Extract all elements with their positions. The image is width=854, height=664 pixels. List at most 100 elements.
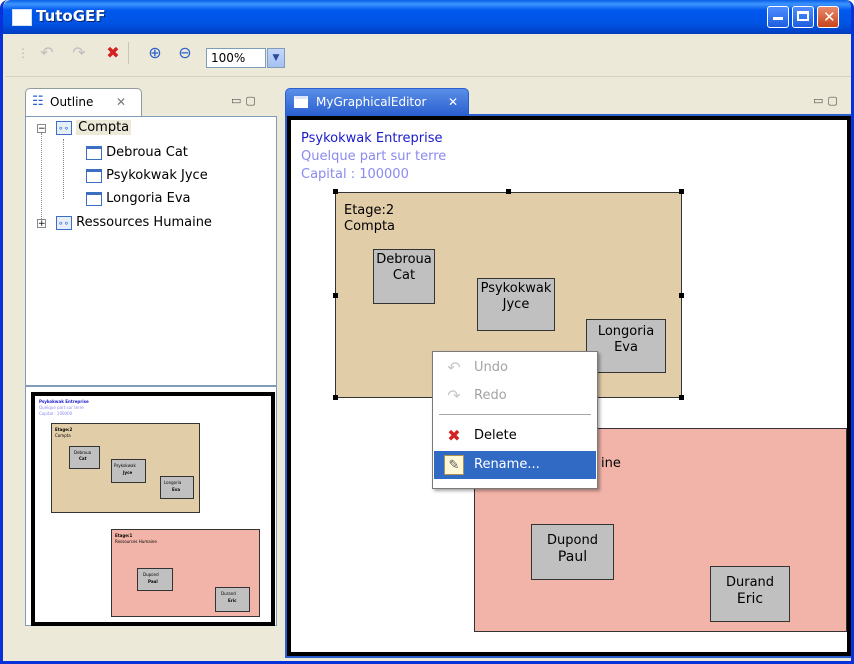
- tab-mygraphicaleditor[interactable]: MyGraphicalEditor ✕: [285, 88, 469, 116]
- tree-item-label: Psykokwak Jyce: [106, 168, 208, 183]
- collapse-icon[interactable]: −: [37, 124, 46, 134]
- tree-item-employee[interactable]: Psykokwak Jyce: [86, 166, 208, 186]
- thumb-group-etage: Etage:1: [115, 533, 133, 538]
- editor-minmax-controls[interactable]: ▭▢: [813, 94, 843, 107]
- resize-handle[interactable]: [679, 395, 684, 400]
- chevron-down-icon[interactable]: ▼: [267, 48, 285, 68]
- tree-line: [63, 139, 65, 199]
- zoom-combo-input[interactable]: 100%: [206, 48, 266, 68]
- menu-item-label: Redo: [474, 388, 507, 403]
- context-menu: ↶ Undo ↷ Redo ✖ Delete ✎ Rename...: [432, 351, 598, 489]
- tree-item-label: Longoria Eva: [106, 191, 191, 206]
- employee-last-name: Eric: [736, 591, 764, 607]
- thumb-employee-first: Dupond: [143, 572, 159, 577]
- editor-tab-header: MyGraphicalEditor ✕ ▭▢: [285, 84, 851, 116]
- zoom-in-icon[interactable]: ⊕: [144, 42, 166, 64]
- thumb-employee: Dupond Paul: [137, 568, 173, 591]
- toolbar-separator: [128, 42, 133, 64]
- tree-item-label: Debroua Cat: [106, 145, 188, 160]
- thumb-employee: Psykokwak Jyce: [111, 459, 146, 483]
- employee-debroua-cat[interactable]: Debroua Cat: [373, 249, 435, 304]
- employee-durand-eric[interactable]: Durand Eric: [710, 566, 790, 622]
- close-icon[interactable]: ✕: [116, 89, 126, 115]
- group-name: Compta: [344, 219, 396, 234]
- employee-first-name: Dupond: [547, 533, 598, 548]
- maximize-button[interactable]: [792, 6, 814, 28]
- thumb-employee-first: Debroua: [74, 450, 92, 455]
- delete-icon: ✖: [447, 426, 461, 445]
- main-toolbar: ⋮ ↶ ↷ ✖ ⊕ ⊖: [6, 34, 851, 77]
- outline-thumbnail[interactable]: Psykokwak Entreprise Quelque part sur te…: [31, 392, 275, 626]
- redo-icon[interactable]: ↷: [68, 42, 90, 64]
- thumb-address: Quelque part sur terre: [39, 405, 84, 410]
- expand-icon[interactable]: +: [37, 219, 46, 229]
- title-bar[interactable]: TutoGEF ✕: [3, 0, 851, 34]
- thumb-employee: Durand Eric: [215, 587, 250, 612]
- resize-handle[interactable]: [333, 395, 338, 400]
- view-minmax-controls[interactable]: ▭▢: [231, 94, 261, 107]
- employee-first-name: Durand: [725, 575, 775, 590]
- company-capital: Capital : 100000: [301, 167, 409, 182]
- thumb-group-name: Compta: [55, 433, 71, 438]
- close-icon[interactable]: ✕: [448, 89, 458, 115]
- company-name[interactable]: Psykokwak Entreprise: [301, 131, 442, 146]
- group-name: ine: [601, 456, 621, 471]
- tree-item-employee[interactable]: Longoria Eva: [86, 189, 190, 209]
- menu-item-label: Rename...: [474, 457, 540, 472]
- employee-last-name: Cat: [392, 268, 416, 283]
- rename-icon: ✎: [444, 455, 464, 475]
- thumb-employee-last: Eva: [172, 487, 181, 492]
- menu-item-label: Delete: [474, 428, 517, 443]
- employee-first-name: Longoria: [597, 324, 655, 339]
- tree-item-compta[interactable]: Compta: [56, 118, 132, 139]
- close-button[interactable]: ✕: [817, 6, 839, 28]
- application-window: TutoGEF ✕ ⋮ ↶ ↷ ✖ ⊕ ⊖ 100% ▼ ☷ Outline ✕…: [0, 0, 854, 664]
- employee-first-name: Debroua: [376, 252, 432, 267]
- tree-item-employee[interactable]: Debroua Cat: [86, 143, 188, 163]
- tab-outline-label: Outline: [50, 95, 94, 109]
- thumb-group-name: Ressources Humaine: [115, 539, 157, 544]
- minimize-button[interactable]: [767, 6, 789, 28]
- menu-item-redo[interactable]: ↷ Redo: [434, 382, 596, 410]
- thumb-capital: Capital : 100000: [39, 411, 73, 416]
- undo-icon[interactable]: ↶: [36, 42, 58, 64]
- outline-tree: − Compta Debroua Cat Psykokwak Jyce Long…: [25, 116, 277, 386]
- tab-editor-label: MyGraphicalEditor: [316, 95, 427, 109]
- employee-first-name: Psykokwak: [480, 281, 552, 296]
- thumb-employee-last: Paul: [148, 579, 158, 584]
- tree-item-ressources-humaine[interactable]: Ressources Humaine: [56, 213, 212, 234]
- thumb-group-compta: Etage:2 Compta Debroua Cat Psykokwak Jyce …: [51, 423, 200, 513]
- resize-handle[interactable]: [679, 293, 684, 298]
- resize-handle[interactable]: [679, 189, 684, 194]
- menu-separator: [439, 414, 591, 415]
- thumb-employee: Longoria Eva: [160, 476, 194, 499]
- menu-item-label: Undo: [474, 360, 508, 375]
- menu-item-delete[interactable]: ✖ Delete: [434, 422, 596, 450]
- delete-icon[interactable]: ✖: [102, 42, 124, 64]
- employee-last-name: Jyce: [502, 297, 530, 312]
- group-icon: [56, 214, 72, 234]
- thumb-employee-first: Longoria: [164, 480, 182, 485]
- zoom-out-icon[interactable]: ⊖: [174, 42, 196, 64]
- employee-longoria-eva[interactable]: Longoria Eva: [586, 319, 666, 373]
- group-icon: [56, 119, 72, 139]
- tree-line: [41, 133, 43, 221]
- thumb-employee: Debroua Cat: [69, 446, 100, 469]
- employee-icon: [86, 168, 102, 183]
- group-etage: Etage:2: [344, 203, 395, 218]
- employee-psykokwak-jyce[interactable]: Psykokwak Jyce: [477, 278, 555, 331]
- company-address: Quelque part sur terre: [301, 149, 447, 164]
- menu-item-rename[interactable]: ✎ Rename...: [434, 451, 596, 479]
- employee-last-name: Eva: [614, 340, 638, 355]
- employee-dupond-paul[interactable]: Dupond Paul: [531, 524, 614, 580]
- resize-handle[interactable]: [506, 189, 511, 194]
- thumb-employee-last: Cat: [79, 456, 87, 461]
- thumb-employee-first: Psykokwak: [114, 463, 136, 468]
- tab-outline[interactable]: ☷ Outline ✕: [25, 88, 142, 116]
- employee-icon: [86, 145, 102, 160]
- thumb-employee-last: Eric: [228, 598, 237, 603]
- employee-icon: [86, 191, 102, 206]
- resize-handle[interactable]: [333, 189, 338, 194]
- resize-handle[interactable]: [333, 293, 338, 298]
- menu-item-undo[interactable]: ↶ Undo: [434, 354, 596, 382]
